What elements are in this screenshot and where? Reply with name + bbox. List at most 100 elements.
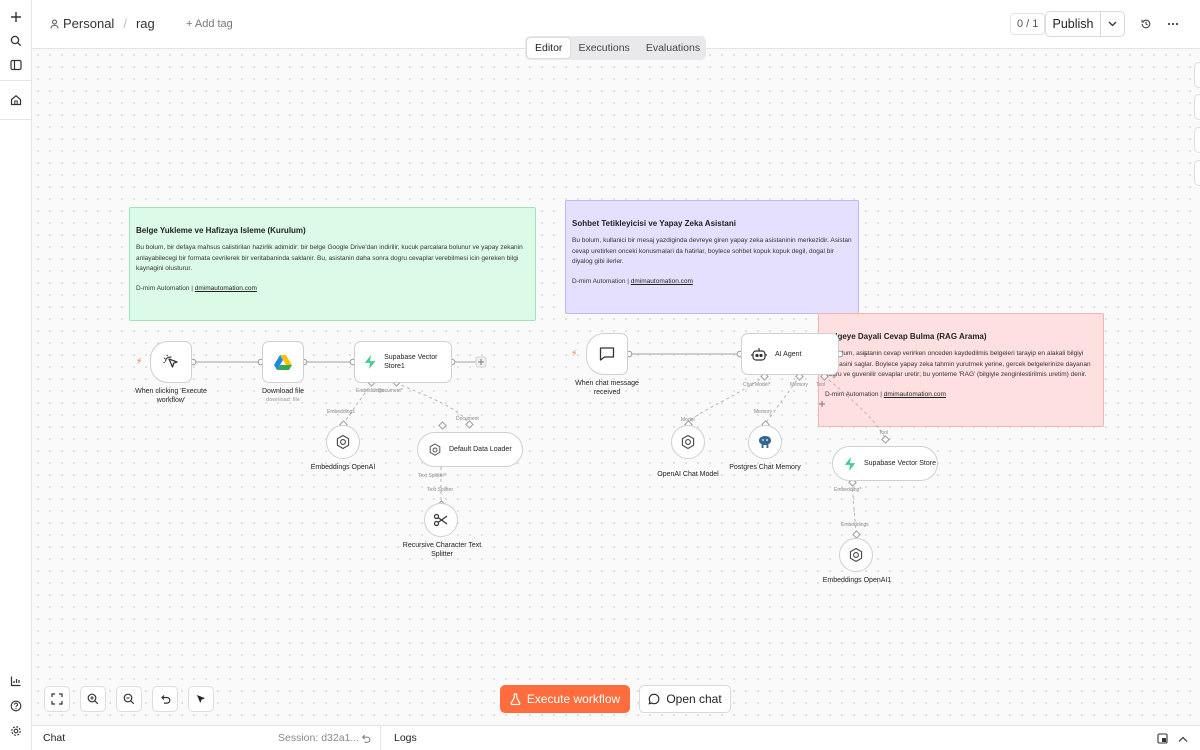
supabase-icon <box>364 354 376 370</box>
openai-icon <box>681 434 695 450</box>
workflow-name[interactable]: rag <box>136 16 155 31</box>
robot-icon <box>751 348 767 361</box>
trigger-bolt-icon: ⚡ <box>136 356 143 366</box>
postgres-elephant-icon <box>759 436 771 448</box>
breadcrumb-project[interactable]: Personal <box>63 16 114 31</box>
tab-evaluations[interactable]: Evaluations <box>638 38 708 58</box>
port-label: Chat Model* <box>743 382 771 388</box>
scissors-icon <box>433 513 448 527</box>
port-label: Memory <box>790 382 809 388</box>
default-data-loader-label: Default Data Loader <box>449 446 512 453</box>
ai-agent-node[interactable]: AI Agent <box>741 333 839 375</box>
rail-divider <box>0 119 31 120</box>
data-loader-gear-icon <box>429 442 441 456</box>
add-sticky-note-button[interactable] <box>1194 127 1200 153</box>
chat-panel-title[interactable]: Chat <box>43 732 65 744</box>
logs-panel-title[interactable]: Logs <box>394 732 417 744</box>
home-icon[interactable] <box>0 88 32 112</box>
active-counter-badge: 0 / 1 <box>1010 13 1046 35</box>
cursor-pointer-icon <box>197 695 205 703</box>
openai-chat-model-label: OpenAI Chat Model <box>657 471 719 478</box>
port-label: Embeddings <box>841 522 869 528</box>
google-drive-icon <box>274 355 292 370</box>
bottom-panel: Chat Session: d32a1... Logs <box>32 725 1200 750</box>
history-icon[interactable] <box>1136 14 1156 34</box>
tab-executions[interactable]: Executions <box>570 38 637 58</box>
port-label: Document <box>456 416 479 422</box>
text-splitter-node[interactable] <box>424 503 458 537</box>
postgres-memory-label: Postgres Chat Memory <box>729 464 801 471</box>
embeddings-openai1-node[interactable] <box>839 538 873 572</box>
pop-out-icon[interactable] <box>1157 733 1168 747</box>
ai-agent-label: AI Agent <box>775 350 802 358</box>
zoom-in-button[interactable] <box>80 686 106 712</box>
toggle-panel-button[interactable] <box>1194 160 1200 186</box>
toggle-cursor-mode-button[interactable] <box>188 686 214 712</box>
cursor-click-icon <box>163 354 178 368</box>
port-label: Document* <box>378 388 403 394</box>
fit-view-button[interactable] <box>44 686 70 712</box>
chat-trigger-node[interactable] <box>586 333 628 375</box>
zoom-out-button[interactable] <box>116 686 142 712</box>
port-label: Text Splitter* <box>418 473 447 479</box>
embeddings-openai-node[interactable] <box>326 425 360 459</box>
session-id: Session: d32a1... <box>278 732 360 744</box>
add-tag-button[interactable]: + Add tag <box>186 18 233 30</box>
connection-tool <box>823 375 886 440</box>
manual-trigger-node[interactable] <box>150 341 192 383</box>
breadcrumb: Personal / rag <box>50 16 155 31</box>
publish-button-group: Publish <box>1045 11 1125 37</box>
port-label: Memory <box>754 409 773 415</box>
chevron-up-icon[interactable] <box>1178 734 1188 746</box>
undo-icon <box>161 695 171 704</box>
text-splitter-label: Recursive Character Text Splitter <box>402 542 482 558</box>
execute-workflow-label: Execute workflow <box>526 692 621 706</box>
insights-icon[interactable] <box>0 669 32 693</box>
publish-button[interactable]: Publish <box>1046 12 1101 36</box>
chat-bubble-icon <box>648 693 660 705</box>
supabase-icon <box>844 456 856 471</box>
postgres-memory-node[interactable] <box>748 425 782 459</box>
default-data-loader-node[interactable]: Default Data Loader <box>417 432 523 467</box>
port-label: Embeddings <box>327 409 355 415</box>
undo-button[interactable] <box>152 686 178 712</box>
chevron-down-icon <box>1108 21 1117 27</box>
supabase-vector-store-node[interactable]: Supabase Vector Store <box>832 446 938 481</box>
supabase-vector-store1-node[interactable]: Supabase Vector Store1 <box>354 341 452 383</box>
breadcrumb-separator: / <box>123 16 127 31</box>
port-label: Tool <box>816 382 826 388</box>
embeddings-openai-label: Embeddings OpenAI <box>310 464 376 471</box>
port-label: Embedding* <box>834 487 862 493</box>
reset-session-icon[interactable] <box>360 733 371 747</box>
settings-gear-icon[interactable] <box>0 719 32 743</box>
download-file-label: Download file <box>261 388 305 395</box>
chat-trigger-label: When chat message received <box>575 380 639 396</box>
tab-editor[interactable]: Editor <box>527 38 571 58</box>
openai-chat-model-node[interactable] <box>671 425 705 459</box>
publish-dropdown-button[interactable] <box>1101 12 1124 36</box>
plus-icon[interactable] <box>0 5 32 29</box>
open-chat-button[interactable]: Open chat <box>639 685 731 713</box>
help-icon[interactable] <box>0 694 32 718</box>
trigger-bolt-icon: ⚡ <box>571 348 578 358</box>
add-node-button[interactable] <box>1194 62 1200 88</box>
zoom-in-icon <box>87 693 99 705</box>
more-options-icon[interactable] <box>1163 14 1183 34</box>
workflow-canvas[interactable]: Belge Yukleme ve Hafizaya Isleme (Kurulu… <box>32 49 1200 725</box>
open-chat-label: Open chat <box>666 692 722 706</box>
port-label: Model <box>681 417 695 423</box>
google-drive-node[interactable] <box>262 341 304 383</box>
port-label: Text Splitter <box>427 487 454 493</box>
execute-workflow-button[interactable]: Execute workflow <box>500 685 630 713</box>
embeddings-openai1-label: Embeddings OpenAI1 <box>822 577 892 584</box>
port-label: Tool <box>879 430 889 436</box>
openai-icon <box>336 434 350 450</box>
search-nodes-button[interactable] <box>1194 94 1200 120</box>
chat-bubble-icon <box>599 347 615 361</box>
manual-trigger-label: When clicking 'Execute workflow' <box>135 388 207 404</box>
supabase-vector-store-label: Supabase Vector Store <box>864 460 936 467</box>
sidebar-toggle-icon[interactable] <box>0 53 32 77</box>
left-rail <box>0 0 32 750</box>
search-icon[interactable] <box>0 29 32 53</box>
rail-divider <box>0 80 31 81</box>
